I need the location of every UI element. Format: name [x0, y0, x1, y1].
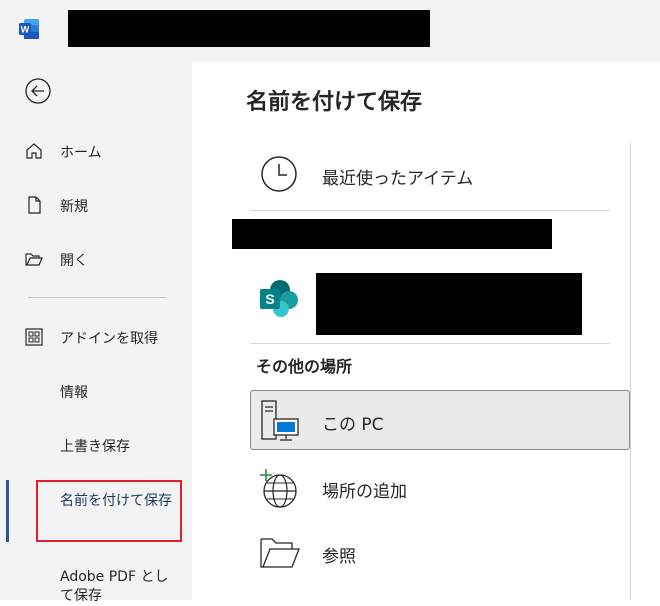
- word-icon: W: [18, 18, 40, 40]
- open-folder-icon: [24, 249, 44, 269]
- sidebar-item-label: 情報: [60, 385, 88, 401]
- back-button[interactable]: [24, 77, 52, 105]
- sidebar-item-save-as-adobe-pdf[interactable]: Adobe PDF として保存: [60, 568, 176, 606]
- location-label: 場所の追加: [322, 482, 407, 502]
- sharepoint-icon: S: [258, 278, 300, 320]
- sidebar-item-label: 新規: [60, 199, 88, 215]
- site-name-redacted: [316, 273, 582, 335]
- sidebar-item-label: 上書き保存: [60, 439, 130, 455]
- page-title: 名前を付けて保存: [246, 90, 423, 115]
- browse-folder-icon: [258, 533, 302, 573]
- home-icon: [24, 141, 44, 161]
- sidebar-item-label: 名前を付けて保存: [60, 493, 172, 509]
- sidebar-item-home[interactable]: ホーム: [0, 131, 192, 171]
- active-item-marker: [6, 480, 9, 542]
- sidebar-item-open[interactable]: 開く: [0, 239, 192, 279]
- divider: [250, 210, 610, 211]
- new-document-icon: [24, 195, 44, 215]
- clock-icon: [260, 155, 298, 193]
- svg-text:S: S: [265, 291, 274, 307]
- add-place-globe-icon: [256, 467, 300, 511]
- location-label: この PC: [322, 415, 384, 435]
- svg-text:W: W: [21, 25, 30, 35]
- location-add-place[interactable]: 場所の追加: [250, 462, 630, 514]
- location-browse[interactable]: 参照: [250, 528, 630, 580]
- this-pc-icon: [258, 399, 302, 443]
- location-this-pc[interactable]: この PC: [250, 390, 630, 450]
- recent-items-label: 最近使ったアイテム: [322, 169, 474, 189]
- recent-items[interactable]: 最近使ったアイテム: [250, 150, 630, 200]
- sidebar-item-get-add-ins[interactable]: アドインを取得: [0, 317, 192, 357]
- sidebar-item-label: ホーム: [60, 145, 102, 161]
- back-arrow-icon: [25, 78, 51, 104]
- sidebar-divider: [28, 297, 166, 298]
- sidebar-item-save-as[interactable]: [36, 480, 182, 542]
- sidebar-item-label: 開く: [60, 253, 88, 269]
- document-title-redacted: [68, 10, 430, 47]
- sidebar-item-save[interactable]: 上書き保存: [0, 425, 192, 465]
- sidebar-item-label: アドインを取得: [60, 331, 158, 347]
- account-name-redacted: [232, 219, 552, 249]
- sidebar-item-info[interactable]: 情報: [0, 371, 192, 411]
- scrollbar-track[interactable]: [630, 142, 631, 600]
- divider: [250, 343, 610, 344]
- other-locations-title: その他の場所: [256, 357, 353, 376]
- sidebar-item-new[interactable]: 新規: [0, 185, 192, 225]
- location-label: 参照: [322, 547, 356, 567]
- add-ins-grid-icon: [24, 327, 44, 347]
